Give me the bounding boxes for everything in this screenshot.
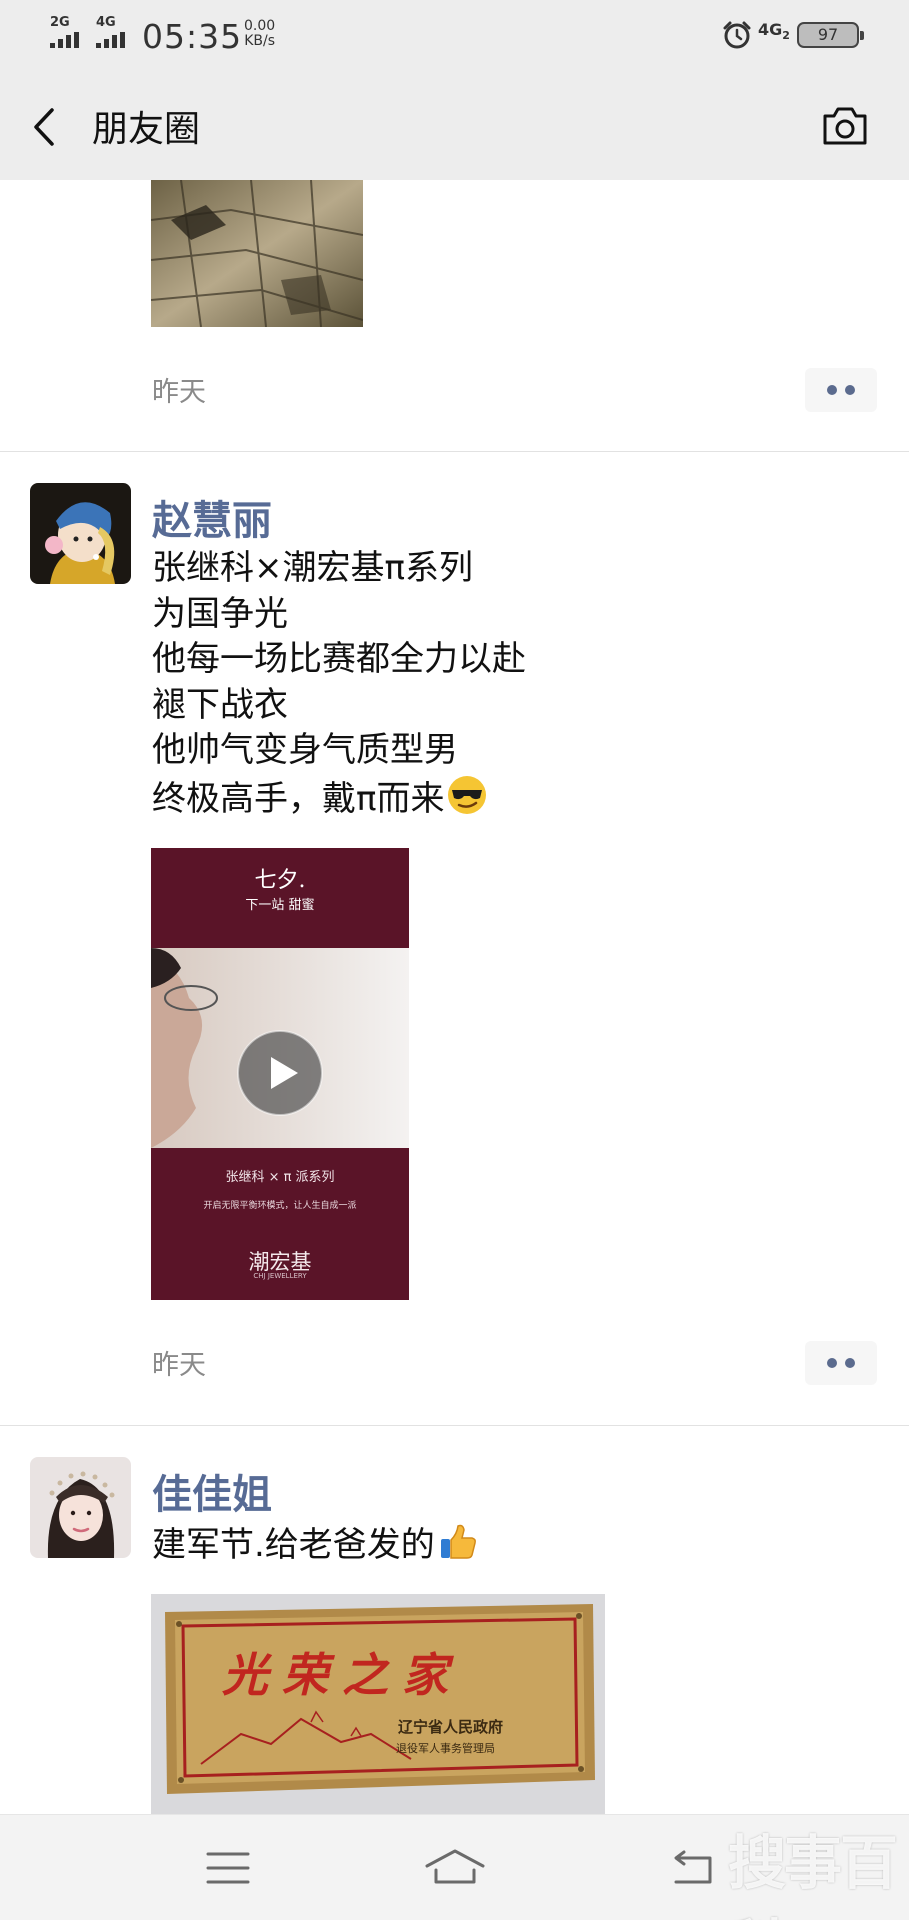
post-more-button[interactable] <box>805 1341 877 1385</box>
post-text-line: 建军节.给老爸发的 <box>152 1525 435 1565</box>
cool-sunglasses-emoji <box>448 775 487 814</box>
signal-2g-indicator: 2G <box>50 16 79 48</box>
network-type-text: 4G <box>758 20 783 39</box>
status-bar: 2G 4G 05:35 0.00 KB/s 4G2 97 <box>0 0 909 74</box>
video-subcaption: 开启无限平衡环模式，让人生自成一派 <box>203 1201 357 1211</box>
plaque-title: 光荣之家 <box>222 1648 462 1702</box>
alarm-clock-icon <box>723 21 751 49</box>
woman-portrait-avatar[interactable] <box>30 1457 131 1558</box>
girl-with-pearl-earring-avatar[interactable] <box>30 483 131 584</box>
signal-4g-indicator: 4G <box>96 16 125 48</box>
post-time: 昨天 <box>152 377 206 408</box>
battery-icon: 97 <box>797 22 864 48</box>
watermark-logo: 搜事百科 <box>728 1829 898 1920</box>
video-title: 七夕. <box>254 868 306 893</box>
plaque-dept: 退役军人事务管理局 <box>396 1742 495 1755</box>
post-more-button[interactable] <box>805 368 877 412</box>
menu-icon[interactable] <box>206 1848 250 1888</box>
page-title: 朋友圈 <box>92 109 201 150</box>
nav-bar: 朋友圈 <box>0 74 909 180</box>
post-text: 建军节.给老爸发的 <box>152 1520 479 1569</box>
signal-bars-icon <box>96 32 125 48</box>
moments-feed[interactable]: 昨天 赵慧丽 张继科×潮宏基π系列 为国争光 他每一场比赛都全力以赴 褪下战衣 … <box>0 180 909 1814</box>
network-speed: 0.00 KB/s <box>244 19 275 49</box>
post-text-line: 张继科×潮宏基π系列 <box>152 548 473 588</box>
post-photo[interactable] <box>151 180 363 327</box>
network-4g-label: 4G2 <box>758 20 790 42</box>
play-icon[interactable] <box>236 1029 324 1117</box>
post-time: 昨天 <box>152 1350 206 1381</box>
post-text-line: 他帅气变身气质型男 <box>152 730 458 770</box>
back-arrow-icon[interactable] <box>26 104 66 150</box>
video-brand-en: CHJ JEWELLERY <box>253 1272 307 1280</box>
network-type-label: 4G <box>96 15 116 30</box>
clock: 05:35 <box>142 17 243 56</box>
home-icon[interactable] <box>424 1848 486 1888</box>
post-text-line-with-emoji: 终极高手，戴π而来 <box>152 774 526 823</box>
post-text: 张继科×潮宏基π系列 为国争光 他每一场比赛都全力以赴 褪下战衣 他帅气变身气质… <box>152 546 526 822</box>
plaque-org: 辽宁省人民政府 <box>398 1718 504 1736</box>
thumbs-up-emoji <box>440 1524 476 1559</box>
post-video[interactable]: 七夕. 下一站 甜蜜 张继科 × π 派系列 开启无限平衡环模式，让人生自成一派… <box>151 848 409 1300</box>
post-author[interactable]: 佳佳姐 <box>152 1462 272 1520</box>
return-icon[interactable] <box>670 1848 716 1888</box>
camera-icon[interactable] <box>820 104 870 148</box>
post-text-line: 终极高手，戴π而来 <box>152 778 445 819</box>
network-sim-number: 2 <box>782 29 790 43</box>
video-subtitle: 下一站 甜蜜 <box>245 898 315 913</box>
post-text-line: 他每一场比赛都全力以赴 <box>152 639 526 679</box>
post-text-line: 为国争光 <box>152 593 288 634</box>
speed-unit: KB/s <box>244 33 275 49</box>
video-caption: 张继科 × π 派系列 <box>225 1170 335 1185</box>
post-text-line: 褪下战衣 <box>152 684 288 725</box>
speed-value: 0.00 <box>244 18 276 34</box>
network-type-label: 2G <box>50 15 70 30</box>
post-divider <box>0 451 909 452</box>
post-author[interactable]: 赵慧丽 <box>152 488 272 546</box>
battery-level: 97 <box>817 25 839 44</box>
post-divider <box>0 1425 909 1426</box>
signal-bars-icon <box>50 32 79 48</box>
